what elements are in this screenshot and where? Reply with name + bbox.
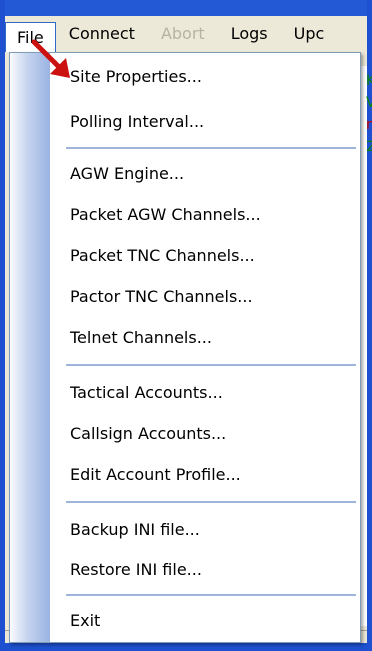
window-titlebar-edge (0, 0, 372, 16)
menu-separator (66, 147, 356, 149)
log-text-peek: 2 (366, 139, 372, 155)
log-text-peek: K (366, 73, 372, 89)
red-arrow-pointer-icon (31, 39, 70, 78)
menu-item-backup-ini[interactable]: Backup INI file... (70, 513, 200, 547)
menu-item-polling-interval[interactable]: Polling Interval... (70, 105, 204, 139)
menu-logs[interactable]: Logs (218, 20, 281, 48)
menu-abort: Abort (160, 24, 205, 43)
menu-separator (66, 594, 356, 596)
menu-item-callsign-accounts[interactable]: Callsign Accounts... (70, 417, 226, 451)
menu-item-tactical-accounts[interactable]: Tactical Accounts... (70, 376, 223, 410)
menu-item-edit-account-profile[interactable]: Edit Account Profile... (70, 458, 241, 492)
menu-item-telnet-channels[interactable]: Telnet Channels... (70, 321, 212, 355)
menu-icon-gutter (10, 53, 50, 642)
menu-item-restore-ini[interactable]: Restore INI file... (70, 553, 202, 587)
menu-separator (66, 501, 356, 503)
menu-item-exit[interactable]: Exit (70, 604, 100, 638)
log-text-peek: V (366, 95, 372, 111)
log-text-peek: n (366, 117, 372, 133)
menu-update[interactable]: Upc (281, 20, 338, 48)
menu-item-site-properties[interactable]: Site Properties... (70, 60, 202, 94)
menu-item-pactor-tnc-channels[interactable]: Pactor TNC Channels... (70, 280, 253, 314)
menu-separator (66, 364, 356, 366)
menu-item-packet-tnc-channels[interactable]: Packet TNC Channels... (70, 239, 255, 273)
file-menu-dropdown: Site Properties... Polling Interval... A… (9, 52, 361, 643)
window-bottom-border (0, 643, 372, 651)
menu-item-packet-agw-channels[interactable]: Packet AGW Channels... (70, 198, 261, 232)
menu-item-agw-engine[interactable]: AGW Engine... (70, 157, 184, 191)
